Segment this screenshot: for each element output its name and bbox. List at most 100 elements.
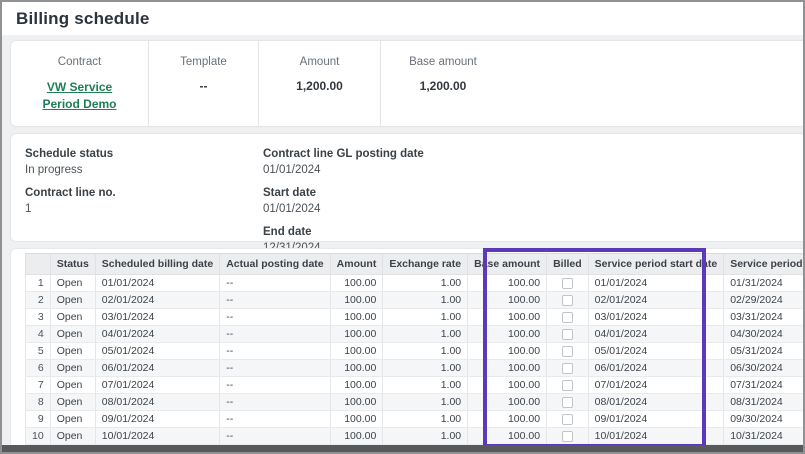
cell-scheduled: 07/01/2024 bbox=[95, 377, 219, 394]
cell-service_start: 07/01/2024 bbox=[588, 377, 724, 394]
gl-posting-date-value: 01/01/2024 bbox=[263, 162, 424, 178]
cell-num: 7 bbox=[26, 377, 51, 394]
billing-lines-panel: StatusScheduled billing dateActual posti… bbox=[10, 248, 805, 449]
schedule-status-field: Schedule status In progress bbox=[25, 147, 116, 178]
billed-checkbox[interactable] bbox=[562, 397, 573, 408]
cell-num: 9 bbox=[26, 411, 51, 428]
cell-exchange_rate: 1.00 bbox=[383, 428, 468, 445]
cell-service_start: 10/01/2024 bbox=[588, 428, 724, 445]
summary-col-contract: Contract VW Service Period Demo bbox=[11, 41, 149, 126]
column-header-amount: Amount bbox=[330, 254, 383, 275]
billing-schedule-table: StatusScheduled billing dateActual posti… bbox=[25, 253, 805, 445]
cell-amount: 100.00 bbox=[330, 326, 383, 343]
cell-service_start: 01/01/2024 bbox=[588, 275, 724, 292]
amount-label: Amount bbox=[259, 56, 380, 68]
cell-billed bbox=[547, 411, 589, 428]
cell-base_amount: 100.00 bbox=[468, 326, 547, 343]
cell-scheduled: 01/01/2024 bbox=[95, 275, 219, 292]
table-row: 9Open09/01/2024--100.001.00100.0009/01/2… bbox=[26, 411, 805, 428]
cell-service_start: 03/01/2024 bbox=[588, 309, 724, 326]
cell-amount: 100.00 bbox=[330, 377, 383, 394]
billed-checkbox[interactable] bbox=[562, 346, 573, 357]
billed-checkbox[interactable] bbox=[562, 431, 573, 442]
cell-exchange_rate: 1.00 bbox=[383, 343, 468, 360]
billed-checkbox[interactable] bbox=[562, 363, 573, 374]
cell-service_start: 06/01/2024 bbox=[588, 360, 724, 377]
cell-service_end: 05/31/2024 bbox=[724, 343, 805, 360]
column-header-base_amount: Base amount bbox=[468, 254, 547, 275]
table-row: 2Open02/01/2024--100.001.00100.0002/01/2… bbox=[26, 292, 805, 309]
details-right-column: Contract line GL posting date 01/01/2024… bbox=[263, 147, 424, 264]
column-header-service_start: Service period start date bbox=[588, 254, 724, 275]
cell-actual: -- bbox=[220, 360, 330, 377]
page-title: Billing schedule bbox=[16, 9, 150, 29]
cell-exchange_rate: 1.00 bbox=[383, 411, 468, 428]
summary-col-amount: Amount 1,200.00 bbox=[259, 41, 381, 126]
contract-link[interactable]: VW Service Period Demo bbox=[37, 79, 123, 113]
cell-num: 8 bbox=[26, 394, 51, 411]
cell-actual: -- bbox=[220, 275, 330, 292]
table-row: 10Open10/01/2024--100.001.00100.0010/01/… bbox=[26, 428, 805, 445]
cell-status: Open bbox=[50, 428, 95, 445]
cell-status: Open bbox=[50, 360, 95, 377]
cell-status: Open bbox=[50, 411, 95, 428]
table-row: 8Open08/01/2024--100.001.00100.0008/01/2… bbox=[26, 394, 805, 411]
billed-checkbox[interactable] bbox=[562, 278, 573, 289]
cell-base_amount: 100.00 bbox=[468, 377, 547, 394]
cell-status: Open bbox=[50, 309, 95, 326]
billing-schedule-window: Billing schedule Contract VW Service Per… bbox=[0, 0, 805, 454]
bottom-scrollbar[interactable] bbox=[2, 445, 803, 452]
column-header-exchange_rate: Exchange rate bbox=[383, 254, 468, 275]
cell-status: Open bbox=[50, 275, 95, 292]
billed-checkbox[interactable] bbox=[562, 312, 573, 323]
cell-service_end: 02/29/2024 bbox=[724, 292, 805, 309]
cell-actual: -- bbox=[220, 292, 330, 309]
table-header-row: StatusScheduled billing dateActual posti… bbox=[26, 254, 805, 275]
cell-scheduled: 02/01/2024 bbox=[95, 292, 219, 309]
cell-exchange_rate: 1.00 bbox=[383, 377, 468, 394]
column-header-service_end: Service period end date bbox=[724, 254, 805, 275]
billed-checkbox[interactable] bbox=[562, 380, 573, 391]
table-row: 6Open06/01/2024--100.001.00100.0006/01/2… bbox=[26, 360, 805, 377]
billed-checkbox[interactable] bbox=[562, 329, 573, 340]
cell-actual: -- bbox=[220, 411, 330, 428]
cell-num: 4 bbox=[26, 326, 51, 343]
cell-service_end: 08/31/2024 bbox=[724, 394, 805, 411]
cell-num: 6 bbox=[26, 360, 51, 377]
cell-actual: -- bbox=[220, 377, 330, 394]
table-row: 7Open07/01/2024--100.001.00100.0007/01/2… bbox=[26, 377, 805, 394]
cell-billed bbox=[547, 292, 589, 309]
cell-scheduled: 05/01/2024 bbox=[95, 343, 219, 360]
cell-actual: -- bbox=[220, 343, 330, 360]
cell-service_start: 05/01/2024 bbox=[588, 343, 724, 360]
cell-billed bbox=[547, 377, 589, 394]
cell-actual: -- bbox=[220, 309, 330, 326]
contract-line-no-value: 1 bbox=[25, 201, 116, 217]
cell-service_start: 09/01/2024 bbox=[588, 411, 724, 428]
template-value: -- bbox=[149, 79, 258, 93]
cell-scheduled: 08/01/2024 bbox=[95, 394, 219, 411]
template-label: Template bbox=[149, 56, 258, 68]
billed-checkbox[interactable] bbox=[562, 295, 573, 306]
cell-service_end: 07/31/2024 bbox=[724, 377, 805, 394]
cell-billed bbox=[547, 275, 589, 292]
contract-summary-card: Contract VW Service Period Demo Template… bbox=[10, 40, 805, 127]
cell-service_end: 03/31/2024 bbox=[724, 309, 805, 326]
cell-base_amount: 100.00 bbox=[468, 360, 547, 377]
cell-service_start: 04/01/2024 bbox=[588, 326, 724, 343]
cell-status: Open bbox=[50, 377, 95, 394]
cell-scheduled: 03/01/2024 bbox=[95, 309, 219, 326]
cell-exchange_rate: 1.00 bbox=[383, 275, 468, 292]
cell-num: 10 bbox=[26, 428, 51, 445]
billed-checkbox[interactable] bbox=[562, 414, 573, 425]
cell-exchange_rate: 1.00 bbox=[383, 360, 468, 377]
cell-amount: 100.00 bbox=[330, 394, 383, 411]
cell-status: Open bbox=[50, 292, 95, 309]
cell-billed bbox=[547, 394, 589, 411]
schedule-status-label: Schedule status bbox=[25, 147, 116, 162]
cell-base_amount: 100.00 bbox=[468, 411, 547, 428]
summary-col-base-amount: Base amount 1,200.00 bbox=[381, 41, 505, 126]
contract-line-no-label: Contract line no. bbox=[25, 186, 116, 201]
cell-base_amount: 100.00 bbox=[468, 309, 547, 326]
gl-posting-date-label: Contract line GL posting date bbox=[263, 147, 424, 162]
